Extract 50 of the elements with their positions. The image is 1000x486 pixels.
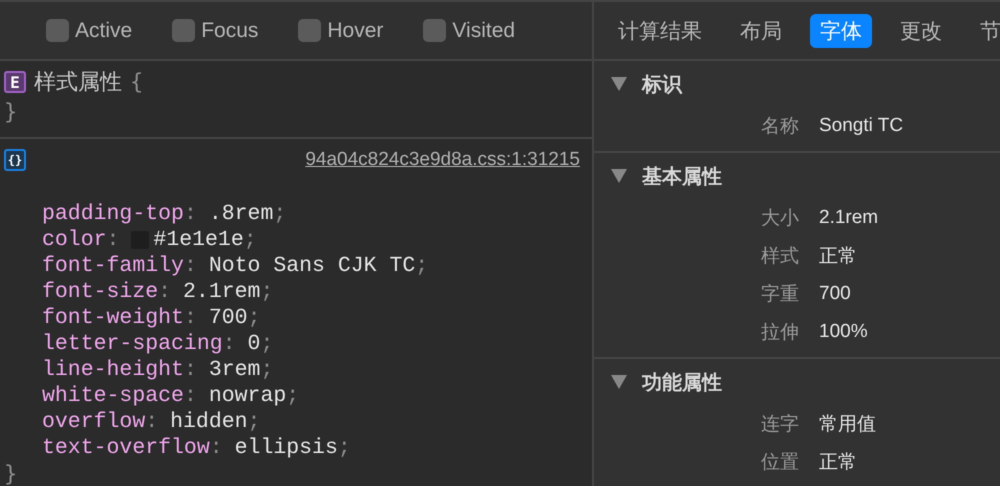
property-value: Songti TC xyxy=(819,115,904,137)
tab[interactable]: 字体 xyxy=(810,14,872,48)
stylesheet-badge: {} xyxy=(4,149,26,171)
property-label: 拉伸 xyxy=(760,320,800,345)
css-declaration: font-weight: 700; xyxy=(42,305,262,331)
property-value: 正常 xyxy=(819,245,857,269)
css-declaration: overflow: hidden; xyxy=(42,409,262,435)
tab[interactable]: 更改 xyxy=(890,14,952,48)
disclosure-triangle-icon[interactable] xyxy=(610,374,628,390)
checkbox[interactable] xyxy=(46,19,69,42)
section-title: 功能属性 xyxy=(642,368,722,396)
section-title: 标识 xyxy=(642,70,682,98)
css-declaration: line-height: 3rem; xyxy=(42,357,274,383)
checkbox-label[interactable]: Focus xyxy=(201,18,258,42)
property-value: 2.1rem xyxy=(819,207,878,229)
property-label: 名称 xyxy=(760,114,800,139)
css-declaration: font-size: 2.1rem; xyxy=(42,279,274,305)
property-value: 常用值 xyxy=(819,413,876,437)
brace: { xyxy=(130,70,144,94)
tab[interactable]: 节 xyxy=(970,14,1000,48)
checkbox-label[interactable]: Active xyxy=(75,18,132,42)
property-label: 大小 xyxy=(760,206,800,231)
source-link[interactable]: 94a04c824c3e9d8a.css:1:31215 xyxy=(305,149,580,171)
brace: } xyxy=(4,462,18,486)
checkbox-label[interactable]: Hover xyxy=(327,18,384,42)
checkbox[interactable] xyxy=(172,19,196,42)
property-label: 连字 xyxy=(760,412,800,437)
css-declaration: white-space: nowrap; xyxy=(42,383,300,409)
property-label: 样式 xyxy=(760,244,800,269)
disclosure-triangle-icon[interactable] xyxy=(610,168,628,184)
selector: 样式属性 xyxy=(34,69,122,97)
tab[interactable]: 布局 xyxy=(730,14,792,48)
property-label: 字重 xyxy=(760,282,800,307)
property-label: 位置 xyxy=(760,450,800,475)
element-badge: E xyxy=(4,71,26,93)
css-declaration: padding-top: .8rem; xyxy=(42,201,288,227)
property-value: 700 xyxy=(819,283,851,305)
property-value: 正常 xyxy=(819,451,857,475)
tab[interactable]: 计算结果 xyxy=(608,14,712,48)
css-declaration: letter-spacing: 0; xyxy=(42,331,274,357)
css-declaration: font-family: Noto Sans CJK TC; xyxy=(42,253,430,279)
section-title: 基本属性 xyxy=(642,162,722,190)
disclosure-triangle-icon[interactable] xyxy=(610,76,628,92)
brace: } xyxy=(4,100,18,124)
css-declaration: color: #1e1e1e; xyxy=(42,227,258,253)
checkbox[interactable] xyxy=(298,19,322,42)
checkbox-label[interactable]: Visited xyxy=(452,18,516,42)
checkbox[interactable] xyxy=(423,19,446,42)
property-value: 100% xyxy=(819,321,868,343)
css-declaration: text-overflow: ellipsis; xyxy=(42,435,352,461)
